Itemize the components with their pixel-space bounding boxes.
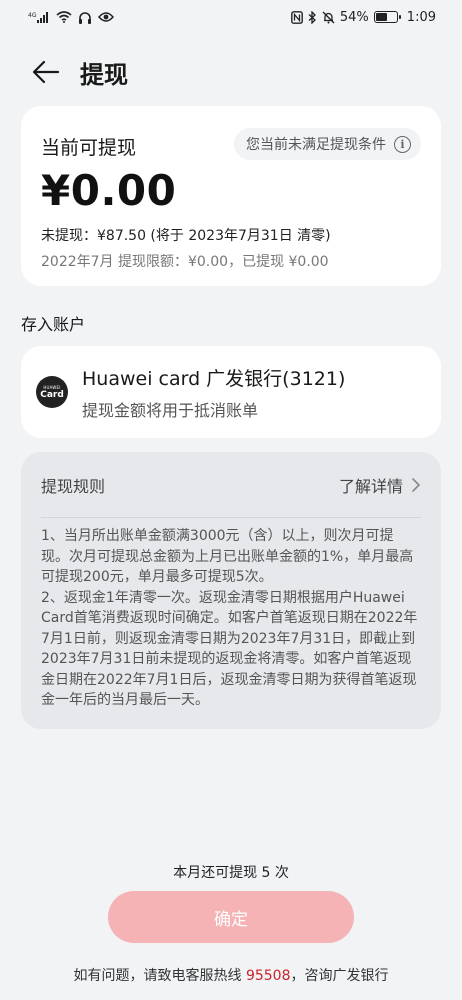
deposit-section-label: 存入账户 (21, 315, 86, 334)
learn-more-label: 了解详情 (338, 476, 403, 496)
battery-percent: 54% (339, 9, 369, 25)
svg-text:4G: 4G (28, 12, 37, 19)
available-label: 当前可提现 (41, 136, 137, 159)
battery-icon (373, 11, 401, 23)
rules-paragraph: 1、当月所出账单金额满3000元（含）以上，则次月可提现。次月可提现总金额为上月… (41, 528, 414, 585)
page-title: 提现 (80, 60, 128, 89)
learn-more-link[interactable]: 了解详情 (339, 473, 421, 497)
condition-notice-text: 您当前未满足提现条件 (246, 137, 386, 153)
remaining-withdrawals: 本月还可提现 5 次 (173, 865, 289, 881)
rules-header[interactable]: 提现规则 了解详情 (41, 452, 421, 518)
balance-card: 当前可提现 您当前未满足提现条件 i ¥0.00 未提现：¥87.50 (将于 … (21, 106, 441, 286)
pending-amount-text: 未提现：¥87.50 (将于 2023年7月31日 清零) (41, 228, 331, 244)
rules-title: 提现规则 (41, 476, 106, 496)
huawei-card-logo-icon: HUAWEI Card (36, 376, 68, 408)
deposit-account-card[interactable]: HUAWEI Card Huawei card 广发银行(3121) 提现金额将… (21, 346, 441, 438)
bluetooth-icon (308, 10, 317, 24)
rules-paragraph: 2、返现金1年清零一次。返现金清零日期根据用户Huawei Card首笔消费返现… (41, 589, 418, 709)
withdraw-rules-card: 提现规则 了解详情 1、当月所出账单金额满3000元（含）以上，则次月可提现。次… (21, 452, 441, 729)
footer-prefix: 如有问题，请致电客服热线 (73, 968, 246, 984)
account-note: 提现金额将用于抵消账单 (82, 400, 259, 420)
account-name: Huawei card 广发银行(3121) (82, 367, 346, 390)
withdraw-condition-notice[interactable]: 您当前未满足提现条件 i (234, 128, 421, 160)
chevron-right-icon (412, 477, 421, 492)
eye-icon (98, 11, 114, 23)
info-icon: i (394, 135, 411, 153)
confirm-button[interactable]: 确定 (108, 891, 354, 943)
status-bar: 4G 54% 1:09 (0, 0, 462, 34)
nfc-icon (290, 10, 303, 24)
rules-body: 1、当月所出账单金额满3000元（含）以上，则次月可提现。次月可提现总金额为上月… (41, 526, 421, 711)
available-amount: ¥0.00 (41, 166, 177, 215)
wifi-icon (56, 11, 72, 23)
mute-bell-icon (322, 11, 335, 24)
hotline-number-link[interactable]: 95508 (246, 968, 291, 984)
headphones-icon (78, 11, 92, 24)
withdraw-limit-text: 2022年7月 提现限额：¥0.00，已提现 ¥0.00 (41, 254, 329, 270)
cellular-signal-icon: 4G (28, 11, 50, 23)
customer-service-footer: 如有问题，请致电客服热线 95508，咨询广发银行 (0, 965, 462, 985)
clock: 1:09 (406, 9, 436, 25)
arrow-left-icon (32, 60, 60, 84)
back-button[interactable] (30, 56, 62, 88)
page-header: 提现 (0, 48, 462, 96)
footer-suffix: ，咨询广发银行 (290, 968, 389, 984)
